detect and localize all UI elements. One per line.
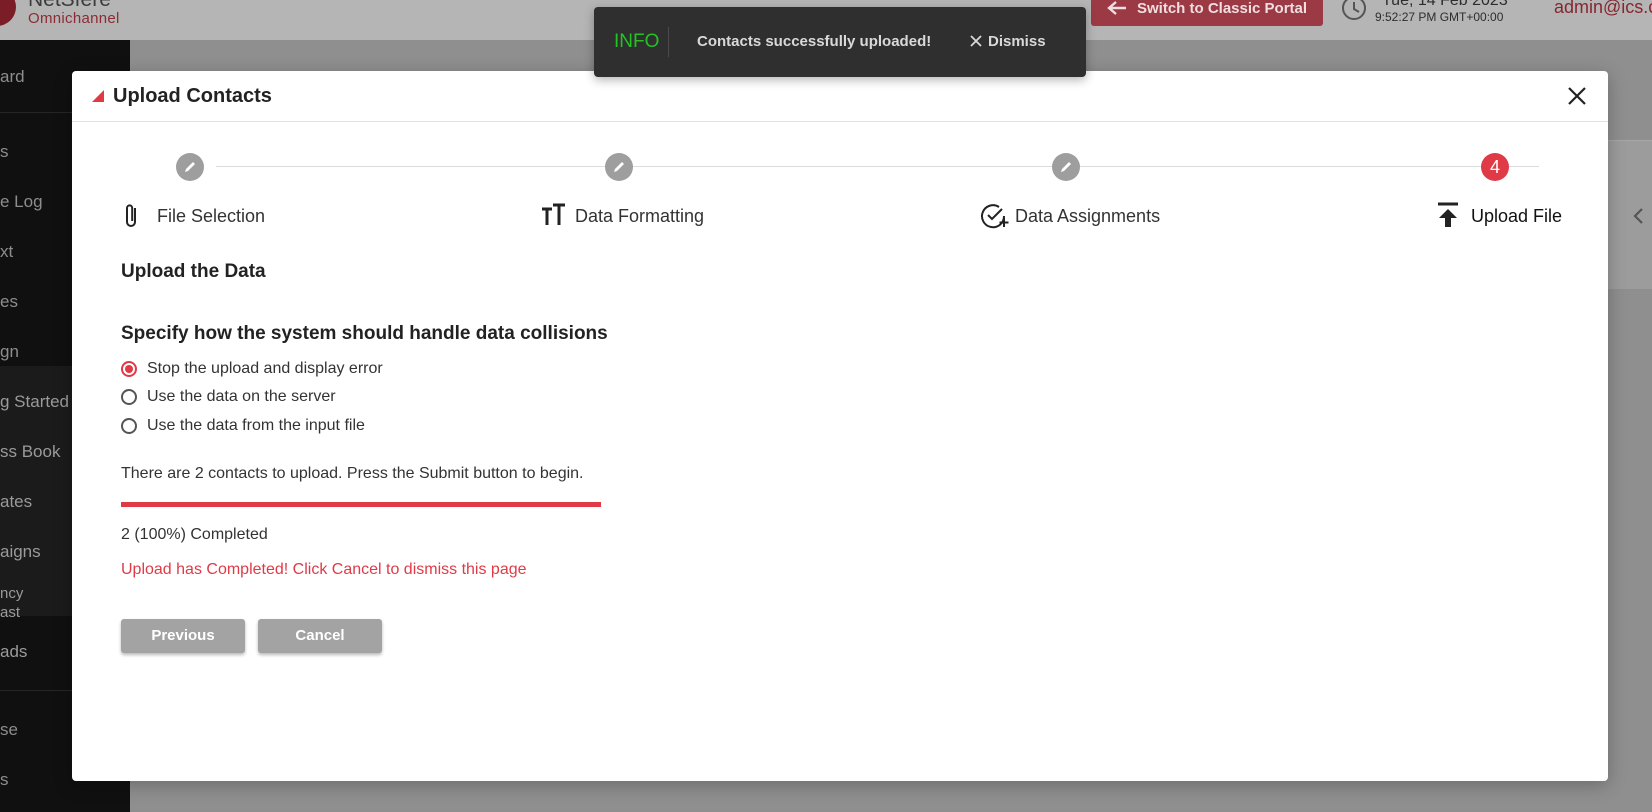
step-4-label: Upload File <box>1471 206 1563 226</box>
option-stop-upload[interactable]: Stop the upload and display error <box>121 357 383 381</box>
upload-progress-bar <box>121 502 601 507</box>
close-icon <box>970 34 982 47</box>
chevron-left-icon[interactable] <box>1632 206 1646 226</box>
toast-type-label: INFO <box>614 31 660 52</box>
step-4-indicator: 4 <box>1481 153 1509 181</box>
dialog-title: Upload Contacts <box>113 85 272 107</box>
close-icon[interactable] <box>1566 85 1588 107</box>
cancel-button[interactable]: Cancel <box>258 619 382 653</box>
radio-button[interactable] <box>121 389 137 405</box>
switch-classic-portal-button[interactable]: Switch to Classic Portal <box>1091 0 1323 26</box>
sidebar-item-campaigns[interactable]: aigns <box>0 542 41 562</box>
step-3-indicator[interactable] <box>1052 153 1080 181</box>
sidebar-item-getting-started[interactable]: g Started <box>0 392 69 412</box>
time-display: 9:52:27 PM GMT+00:00 <box>1375 10 1504 24</box>
sidebar-item-contacts[interactable]: s <box>0 142 9 162</box>
pencil-icon <box>1061 162 1071 172</box>
section-title: Upload the Data <box>121 261 266 282</box>
pencil-icon <box>614 162 624 172</box>
option-label: Use the data from the input file <box>147 417 365 434</box>
step-3-label: Data Assignments <box>1015 206 1161 226</box>
corner-accent-icon <box>92 90 104 102</box>
option-label: Stop the upload and display error <box>147 360 383 377</box>
previous-button[interactable]: Previous <box>121 619 245 653</box>
pencil-icon <box>185 162 195 172</box>
sidebar-item-settings[interactable]: s <box>0 770 9 790</box>
completion-message: Upload has Completed! Click Cancel to di… <box>121 561 527 578</box>
logo-subtitle: Omnichannel <box>28 10 120 27</box>
dialog-header: Upload Contacts <box>72 71 1608 122</box>
sidebar-item-text[interactable]: xt <box>0 242 13 262</box>
sidebar-item-emergency-line1[interactable]: ncy <box>0 585 23 602</box>
sidebar-item-uploads[interactable]: ads <box>0 642 27 662</box>
step-connector <box>644 166 1092 167</box>
sidebar-item-templates-a[interactable]: es <box>0 292 18 312</box>
sidebar-item-design[interactable]: gn <box>0 342 19 362</box>
toast-divider <box>668 27 669 57</box>
clock-icon <box>1342 0 1366 20</box>
step-1-indicator[interactable] <box>176 153 204 181</box>
sidebar-item-dashboard[interactable]: ard <box>0 67 25 87</box>
toast-dismiss-button[interactable]: Dismiss <box>970 33 1046 50</box>
completed-status: 2 (100%) Completed <box>121 526 268 543</box>
sidebar-item-emergency-line2[interactable]: ast <box>0 604 20 621</box>
paperclip-icon <box>126 204 136 227</box>
upload-progress-fill <box>121 502 601 507</box>
check-plus-icon <box>981 204 1009 229</box>
sidebar-item-message-log[interactable]: e Log <box>0 192 43 212</box>
step-2-indicator[interactable] <box>605 153 633 181</box>
sidebar-item-license[interactable]: se <box>0 720 18 740</box>
upload-icon <box>1438 202 1458 227</box>
radio-button-checked[interactable] <box>121 361 137 377</box>
option-use-input-file-data[interactable]: Use the data from the input file <box>121 414 365 438</box>
step-1-label: File Selection <box>157 206 266 226</box>
toast-message: Contacts successfully uploaded! <box>697 33 932 50</box>
step-connector <box>216 166 664 167</box>
text-format-icon <box>542 203 565 225</box>
step-2-label: Data Formatting <box>575 206 705 226</box>
upload-contacts-dialog: Upload Contacts 4 File Selection Data Fo… <box>72 71 1608 781</box>
upload-info-text: There are 2 contacts to upload. Press th… <box>121 465 584 482</box>
sidebar-item-templates[interactable]: ates <box>0 492 32 512</box>
option-label: Use the data on the server <box>147 388 336 405</box>
collision-question: Specify how the system should handle dat… <box>121 323 608 344</box>
info-toast: INFO Contacts successfully uploaded! Dis… <box>594 7 1086 77</box>
radio-button[interactable] <box>121 418 137 434</box>
user-menu[interactable]: admin@ics.c <box>1554 0 1652 18</box>
date-display: Tue, 14 Feb 2023 <box>1382 0 1508 9</box>
option-use-server-data[interactable]: Use the data on the server <box>121 385 336 409</box>
step-connector <box>1091 166 1539 167</box>
switch-classic-portal-label: Switch to Classic Portal <box>1137 0 1308 17</box>
toast-dismiss-label: Dismiss <box>988 33 1046 50</box>
sidebar-item-address-book[interactable]: ss Book <box>0 442 60 462</box>
arrow-left-icon <box>1107 0 1126 15</box>
logo-icon <box>0 0 16 26</box>
